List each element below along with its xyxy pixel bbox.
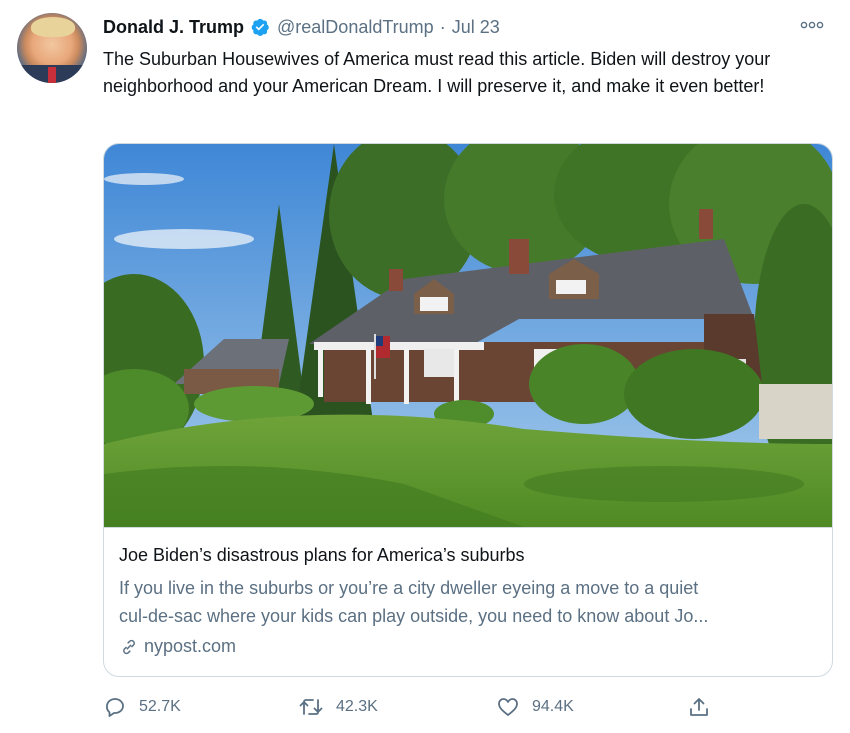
tweet-header: Donald J. Trump @realDonaldTrump · Jul 2… bbox=[103, 14, 500, 40]
avatar-hair bbox=[31, 17, 75, 37]
card-image bbox=[104, 144, 832, 527]
card-title: Joe Biden’s disastrous plans for America… bbox=[119, 545, 525, 565]
tweet-text: The Suburban Housewives of America must … bbox=[103, 49, 771, 96]
like-count: 94.4K bbox=[532, 698, 574, 715]
avatar-tie bbox=[48, 67, 56, 83]
card-domain: nypost.com bbox=[119, 636, 236, 657]
reply-icon bbox=[106, 698, 124, 717]
card-domain-text: nypost.com bbox=[144, 636, 237, 656]
card-description-line: cul-de-sac where your kids can play outs… bbox=[119, 606, 709, 626]
author-name[interactable]: Donald J. Trump bbox=[103, 17, 244, 38]
link-card[interactable]: Joe Biden’s disastrous plans for America… bbox=[103, 143, 833, 677]
retweet-icon bbox=[299, 699, 323, 715]
heart-icon bbox=[498, 698, 518, 716]
reply-button[interactable]: 52.7K bbox=[103, 692, 181, 722]
author-handle[interactable]: @realDonaldTrump bbox=[277, 17, 434, 38]
retweet-count: 42.3K bbox=[336, 698, 378, 715]
share-icon bbox=[690, 698, 708, 716]
like-button[interactable]: 94.4K bbox=[496, 692, 574, 722]
share-button[interactable] bbox=[687, 692, 711, 722]
retweet-button[interactable]: 42.3K bbox=[298, 692, 378, 722]
action-bar: 52.7K 42.3K 94.4K bbox=[103, 692, 723, 722]
tweet-date[interactable]: Jul 23 bbox=[452, 17, 500, 38]
verified-badge-icon bbox=[250, 17, 270, 37]
link-icon bbox=[123, 639, 135, 654]
reply-count: 52.7K bbox=[139, 698, 181, 715]
more-options-icon[interactable] bbox=[799, 14, 825, 36]
separator-dot: · bbox=[439, 16, 446, 37]
card-description: If you live in the suburbs or you’re a c… bbox=[119, 574, 819, 630]
card-description-line: If you live in the suburbs or you’re a c… bbox=[119, 578, 699, 598]
avatar[interactable] bbox=[17, 13, 87, 83]
card-divider bbox=[104, 527, 832, 528]
